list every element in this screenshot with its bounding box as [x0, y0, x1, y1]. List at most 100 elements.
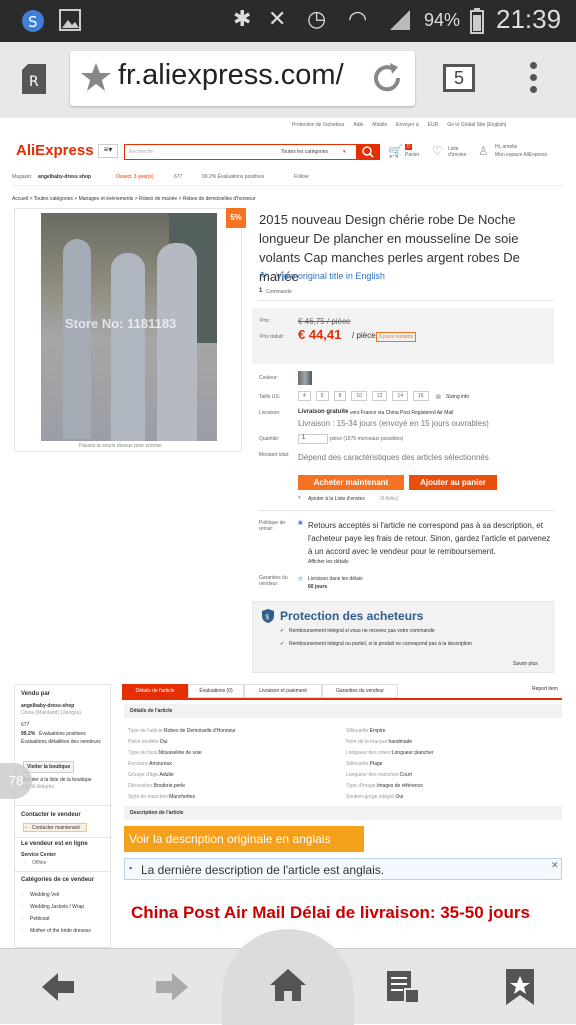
view-original-link[interactable]: View original title in English: [276, 271, 385, 281]
tab-reviews[interactable]: Évaluations (0): [188, 684, 244, 698]
learn-more-link[interactable]: Savoir plus: [513, 661, 538, 667]
view-original-description-button[interactable]: Voir la description originale en anglais: [124, 826, 364, 852]
returns-text: Retours acceptés si l'article ne corresp…: [308, 521, 551, 556]
category-menu-icon[interactable]: ≡▾: [98, 144, 118, 158]
url-bar[interactable]: fr.aliexpress.com/: [70, 51, 415, 106]
category-select[interactable]: Toutes les catégories: [281, 149, 328, 155]
size-option[interactable]: 6: [315, 391, 329, 401]
shipping-detail[interactable]: vers France via China Post Registered Ai…: [350, 410, 453, 416]
detail-key: Style de manches:: [128, 794, 170, 800]
detail-value: handmade: [388, 739, 413, 745]
follow-link[interactable]: Follow: [294, 174, 308, 180]
reader-icon[interactable]: R: [20, 62, 48, 101]
service-center: Service Center: [21, 852, 57, 858]
detail-row: Style de manches:Manchettes: [128, 794, 338, 805]
url-text[interactable]: fr.aliexpress.com/: [118, 59, 344, 92]
forward-icon[interactable]: [150, 967, 194, 1007]
breadcrumb[interactable]: Accueil > Toutes catégories > Mariages e…: [12, 196, 256, 202]
visit-store-button[interactable]: Visiter la boutique: [23, 761, 75, 773]
contact-button[interactable]: ▪ Contacter maintenant: [23, 823, 87, 832]
top-link[interactable]: Aide: [353, 122, 363, 128]
reload-icon[interactable]: [370, 61, 404, 100]
returns-more-link[interactable]: Afficher les détails: [308, 559, 348, 565]
contact-title: Contacter le vendeur: [21, 812, 81, 818]
account-greeting[interactable]: Hi, amelie: [495, 144, 517, 150]
divider: [15, 805, 110, 806]
returns-label: Politique de retour:: [259, 520, 286, 532]
category-item[interactable]: Wedding Jackets / Wrap: [30, 904, 84, 910]
seller-sidebar: Vendu par angelbaby-dress-shop China (Ma…: [14, 684, 111, 948]
top-link[interactable]: Protection de l'acheteur: [292, 122, 344, 128]
color-swatch[interactable]: [298, 371, 312, 385]
category-item[interactable]: Petticoat: [30, 916, 49, 922]
seller-name[interactable]: angelbaby-dress-shop: [21, 703, 74, 709]
quantity-input[interactable]: 1: [298, 434, 328, 444]
dress-figure: [111, 253, 145, 441]
detail-value: Manchettes: [169, 794, 195, 800]
search-button[interactable]: [356, 144, 380, 160]
total-label: Montant total:: [259, 452, 290, 458]
zoom-hint: Passez la souris dessus pour zoomer: [79, 443, 163, 449]
size-option[interactable]: 14: [392, 391, 409, 401]
top-link[interactable]: EUR: [428, 122, 439, 128]
category-item-icon: ▫: [21, 916, 23, 922]
battery-icon: [470, 8, 484, 40]
report-link[interactable]: Report item: [532, 686, 558, 692]
time-left-badge: 5 jours restants: [376, 332, 417, 342]
seller-detail-rating[interactable]: Évaluations détaillées des vendeurs: [21, 739, 103, 745]
detail-value: Oui: [159, 739, 168, 745]
size-option[interactable]: 12: [371, 391, 388, 401]
size-option[interactable]: 8: [333, 391, 347, 401]
tabs-button[interactable]: 5: [443, 64, 475, 92]
offline-status: Offline: [32, 860, 47, 866]
tab-guarantees[interactable]: Garanties du vendeur: [322, 684, 398, 698]
category-item[interactable]: Wedding Veil: [30, 892, 59, 898]
menu-icon[interactable]: [530, 62, 538, 93]
back-icon[interactable]: [36, 967, 80, 1007]
category-item[interactable]: Mother of the bride dresses: [30, 928, 91, 934]
size-option[interactable]: 10: [351, 391, 367, 401]
size-option[interactable]: 16: [413, 391, 429, 401]
aliexpress-logo[interactable]: AliExpress: [16, 142, 94, 159]
product-photo[interactable]: Store No: 1181183: [41, 213, 217, 441]
tab-shipping[interactable]: Livraison et paiement: [244, 684, 322, 698]
store-name[interactable]: angelbaby-dress shop: [38, 174, 91, 180]
heart-icon[interactable]: ♡: [432, 144, 443, 158]
detail-key: Type de l'article:: [128, 728, 164, 734]
seller-country: China (Mainland) (Jiangsu): [21, 710, 82, 716]
bookmarks-icon[interactable]: [500, 967, 544, 1007]
detail-row: Silhouette:Plage: [346, 761, 556, 772]
detail-key: Longueur des manches:: [346, 772, 400, 778]
quantity-available: pièce (1975 morceaux possibles): [330, 436, 404, 442]
top-link[interactable]: Mobile: [372, 122, 387, 128]
search-input[interactable]: Recherche: [129, 149, 153, 155]
top-link[interactable]: Envoyer à: [396, 122, 419, 128]
wishlist-count: (9 Adds): [380, 496, 399, 502]
seller-positive-label: Évaluations positives: [39, 731, 86, 737]
sizing-info-link[interactable]: Sizing info: [446, 394, 469, 400]
home-icon[interactable]: [266, 965, 310, 1005]
category-item-icon: ▫: [21, 892, 23, 898]
detail-key: Longueur des robes:: [346, 750, 392, 756]
account-sub[interactable]: Mon espace AliExpress: [495, 152, 547, 158]
browser-bottom-nav: [0, 929, 576, 1025]
wishlist-label[interactable]: Liste d'envies: [448, 146, 472, 158]
size-option[interactable]: 4: [298, 391, 311, 401]
tab-details[interactable]: Détails de l'article: [122, 684, 188, 698]
wishlist-link[interactable]: Ajouter à la Liste d'envies: [308, 496, 365, 502]
buy-now-button[interactable]: Acheter maintenant: [298, 475, 404, 490]
add-to-cart-button[interactable]: Ajouter au panier: [409, 475, 497, 490]
info-icon: ▪: [129, 863, 133, 873]
details-right-column: Silhouette:Empire Nom de la marque:handma…: [346, 728, 556, 805]
close-icon[interactable]: ✕: [551, 860, 559, 871]
reading-list-icon[interactable]: [383, 967, 427, 1007]
divider: [258, 300, 554, 301]
top-link[interactable]: Go to Global Site (English): [447, 122, 506, 128]
clock-icon: ◷: [298, 576, 303, 582]
bookmark-star-icon[interactable]: [80, 61, 112, 98]
follow-store-link[interactable]: Ajouter à la liste de la boutique: [23, 777, 107, 783]
cart-label[interactable]: Panier: [405, 152, 419, 158]
cart-icon[interactable]: 🛒: [388, 144, 403, 158]
user-icon[interactable]: ♙: [478, 144, 489, 158]
dress-figure: [157, 243, 197, 441]
